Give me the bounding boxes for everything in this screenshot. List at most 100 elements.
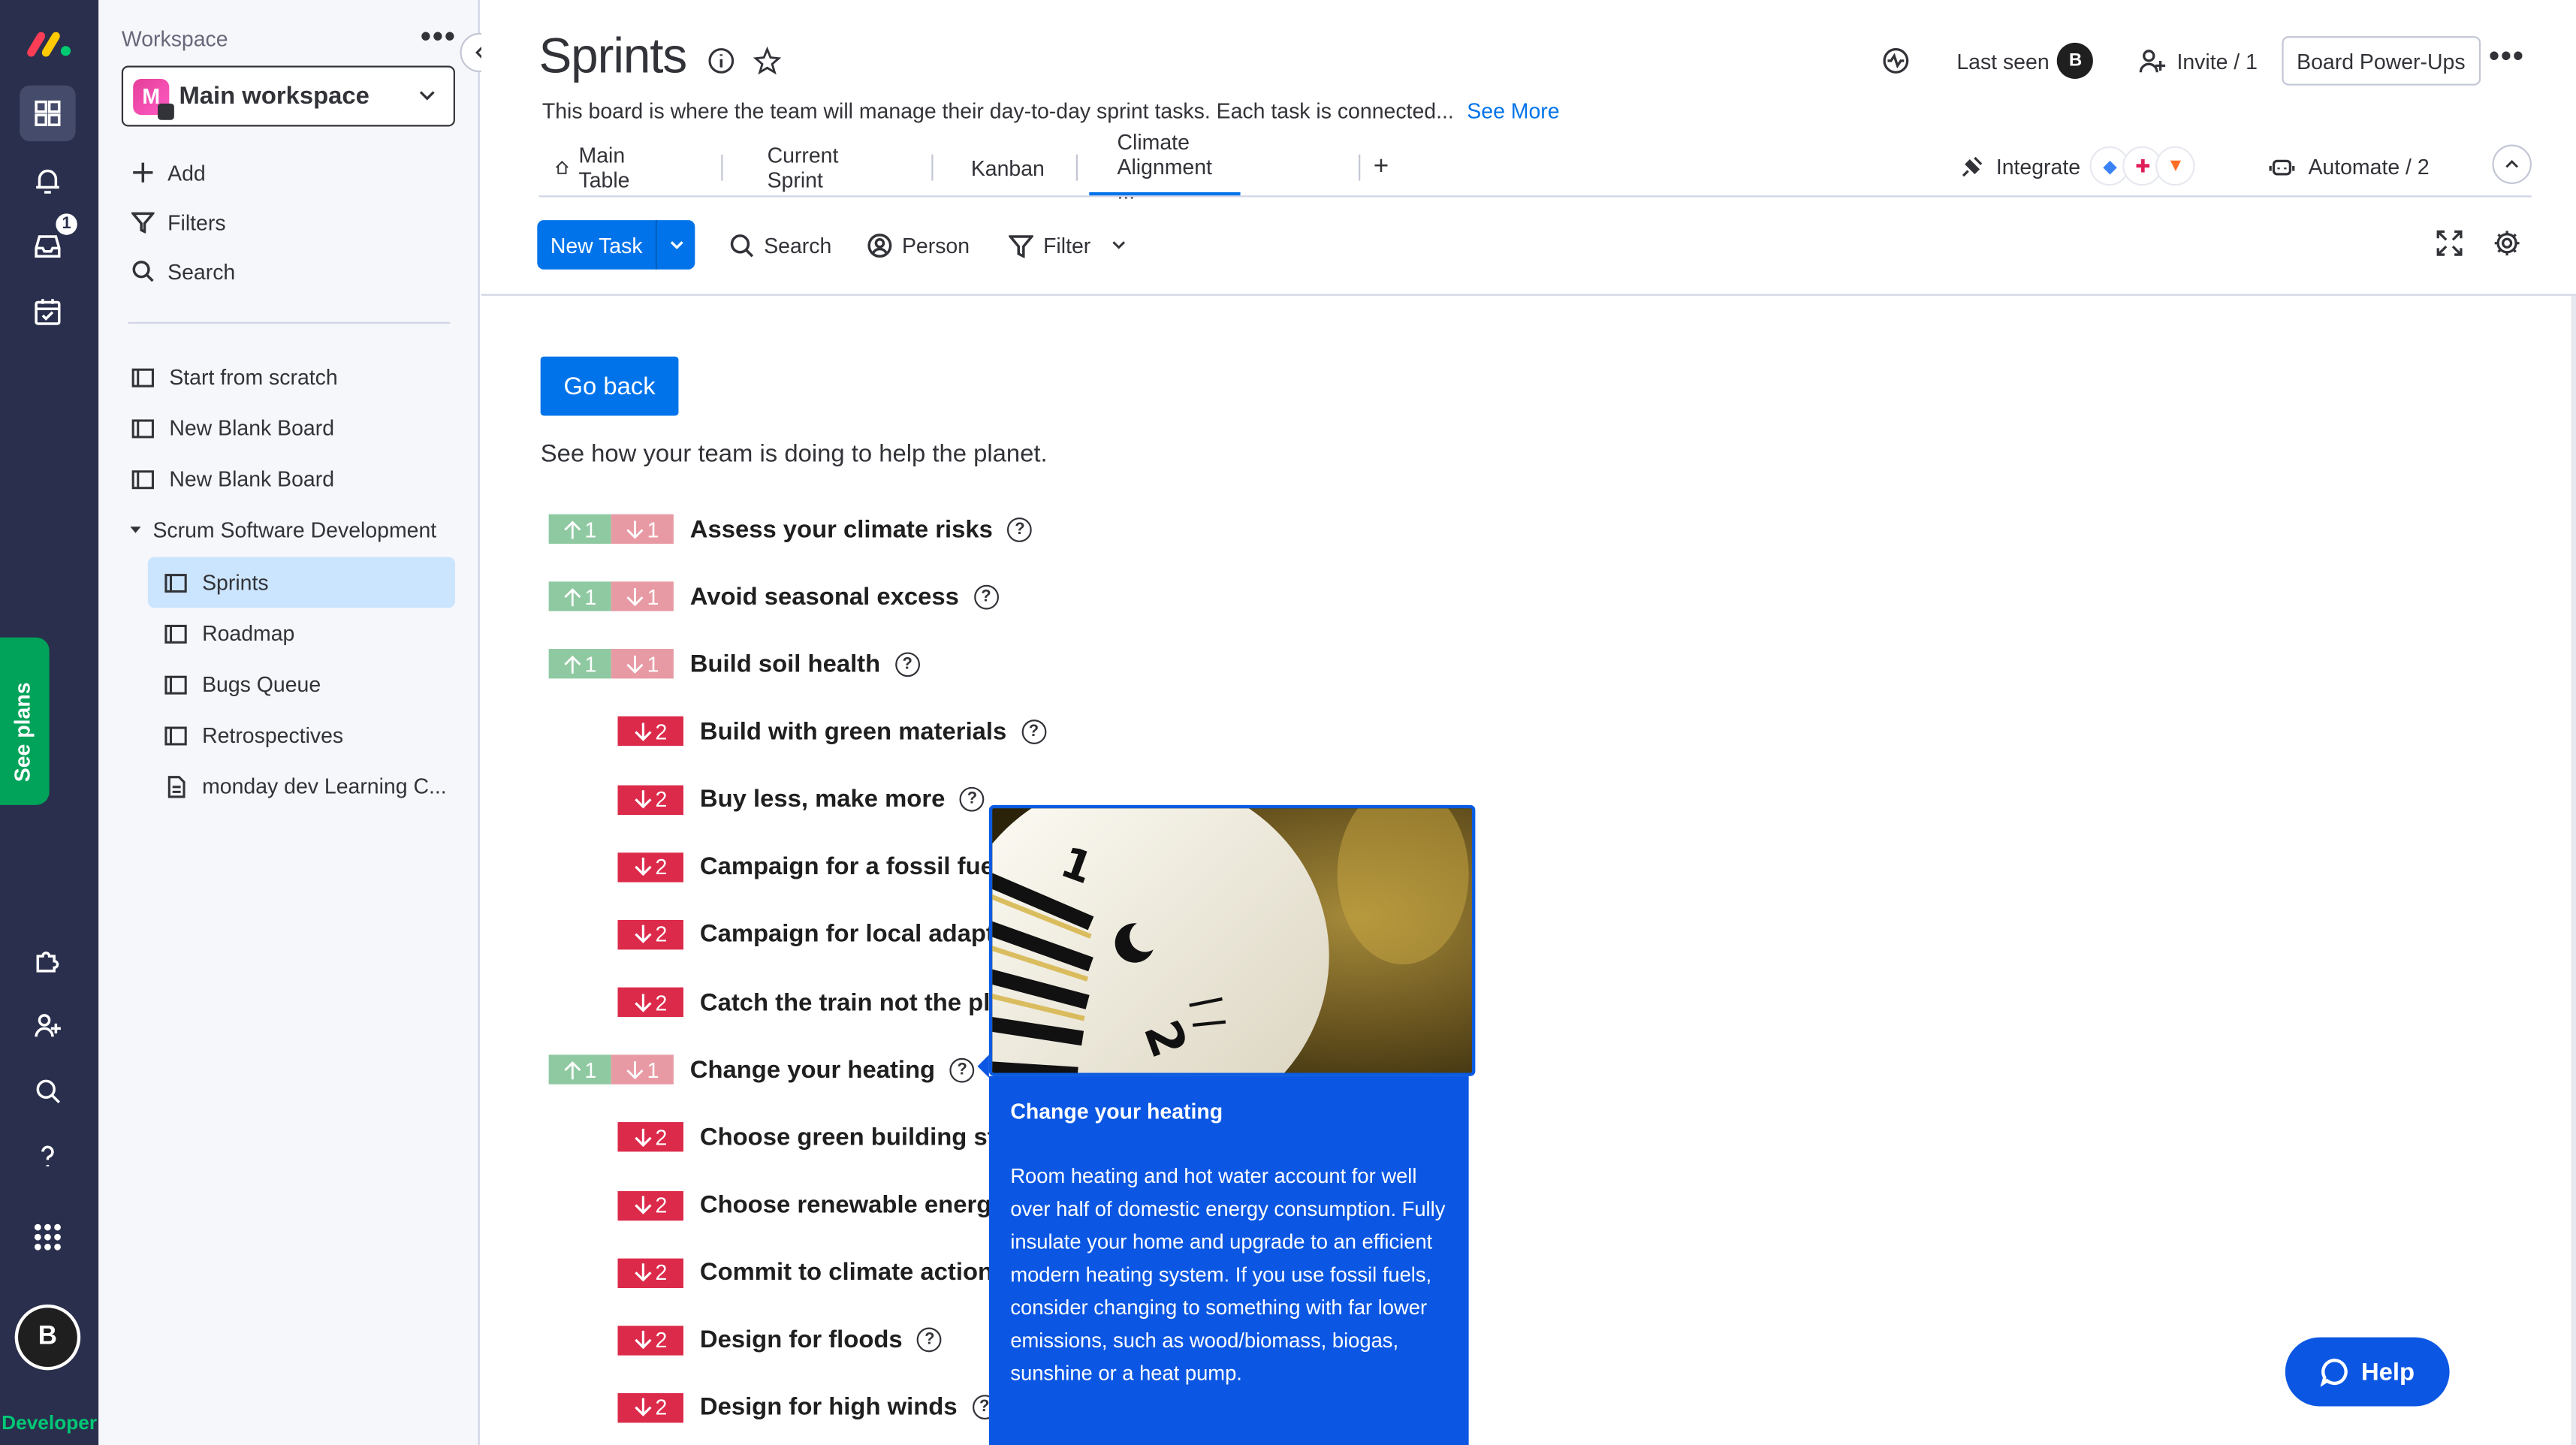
downvote-badge[interactable]: 1: [611, 649, 674, 680]
person-filter-button[interactable]: Person: [867, 228, 970, 261]
filters-button[interactable]: Filters: [131, 205, 226, 238]
help-button[interactable]: Help: [2285, 1337, 2450, 1407]
downvote-badge[interactable]: 2: [617, 716, 683, 747]
upvote-badge[interactable]: 1: [548, 649, 611, 680]
downvote-badge[interactable]: 2: [617, 1392, 683, 1423]
app-grid-icon[interactable]: [20, 1209, 75, 1265]
caret-down-icon: [130, 526, 141, 533]
chat-bubble-icon: [2321, 1359, 2348, 1387]
star-icon[interactable]: [753, 46, 782, 75]
downvote-badge[interactable]: 2: [617, 987, 683, 1018]
plus-icon: [133, 162, 153, 183]
filter-button[interactable]: Filter: [1009, 228, 1136, 261]
list-item[interactable]: 2Choose renewable energ?: [617, 1187, 1031, 1223]
board-item-roadmap[interactable]: Roadmap: [164, 608, 455, 659]
board-item-sprints[interactable]: Sprints: [147, 557, 455, 608]
upvote-badge[interactable]: 1: [548, 514, 611, 545]
board-icon: [131, 367, 154, 387]
board-item[interactable]: New Blank Board: [131, 403, 460, 454]
help-question-icon[interactable]: ?: [894, 651, 920, 677]
help-question-icon[interactable]: ?: [1021, 719, 1046, 744]
workspace-selector[interactable]: M Main workspace: [121, 65, 455, 127]
list-item[interactable]: 2Choose green building st?: [617, 1119, 1036, 1155]
tab-current-sprint[interactable]: Current Sprint: [768, 141, 839, 194]
help-question-icon[interactable]: ?: [949, 1057, 975, 1082]
collapse-header-button[interactable]: [2492, 144, 2532, 184]
search-button[interactable]: Search: [131, 255, 235, 288]
puzzle-apps-icon[interactable]: [20, 931, 75, 987]
tab-climate-alignment[interactable]: Climate Alignment ...: [1089, 130, 1241, 204]
help-question-icon[interactable]: [20, 1129, 75, 1184]
tab-main-table[interactable]: Main Table: [555, 141, 639, 194]
downvote-badge[interactable]: 2: [617, 852, 683, 882]
list-item[interactable]: 1 1 Build soil health?: [548, 646, 920, 682]
tab-kanban[interactable]: Kanban: [971, 141, 1045, 194]
search-button[interactable]: Search: [729, 228, 831, 261]
activity-icon[interactable]: [1881, 43, 1911, 79]
see-plans-button[interactable]: See plans: [0, 637, 50, 805]
board-item[interactable]: Start from scratch: [131, 351, 460, 403]
board-item-bugs-queue[interactable]: Bugs Queue: [164, 659, 455, 710]
downvote-badge[interactable]: 1: [611, 581, 674, 612]
tooltip-popup: 1 2 Change your heating Room heating and…: [977, 804, 1476, 1445]
chevron-down-icon[interactable]: [657, 237, 695, 253]
help-question-icon[interactable]: ?: [960, 787, 985, 812]
content-divider: [481, 294, 2576, 296]
list-item[interactable]: 2Campaign for a fossil fue?: [617, 849, 1034, 885]
list-item[interactable]: 1 1 Change your heating?: [548, 1051, 975, 1088]
list-item[interactable]: 1 1 Assess your climate risks?: [548, 511, 1033, 547]
doc-item-learning[interactable]: monday dev Learning C...: [164, 761, 455, 812]
invite-user-icon[interactable]: [20, 997, 75, 1053]
bell-icon[interactable]: [20, 152, 75, 208]
list-item[interactable]: 1 1 Avoid seasonal excess?: [548, 578, 999, 614]
automate-button[interactable]: Automate / 2: [2269, 148, 2430, 184]
see-more-link[interactable]: See More: [1467, 98, 1559, 123]
downvote-badge[interactable]: 1: [611, 1054, 674, 1085]
downvote-badge[interactable]: 2: [617, 784, 683, 815]
user-avatar[interactable]: B: [14, 1304, 81, 1371]
help-question-icon[interactable]: ?: [973, 584, 999, 609]
list-item[interactable]: 2 Design for floods?: [617, 1322, 943, 1358]
list-item[interactable]: 2Campaign for local adapt?: [617, 916, 1034, 952]
monday-logo-icon[interactable]: [25, 23, 74, 66]
list-item[interactable]: 2 Build with green materials?: [617, 713, 1046, 750]
home-apps-icon[interactable]: [20, 85, 76, 142]
downvote-badge[interactable]: 2: [617, 1325, 683, 1356]
downvote-badge[interactable]: 2: [617, 1190, 683, 1220]
add-view-icon[interactable]: +: [1374, 141, 1389, 194]
downvote-badge[interactable]: 1: [611, 514, 674, 545]
board-item-retrospectives[interactable]: Retrospectives: [164, 710, 455, 761]
list-item[interactable]: 2 Design for high winds?: [617, 1389, 997, 1425]
help-question-icon[interactable]: ?: [917, 1328, 943, 1353]
more-options-icon[interactable]: •••: [2489, 40, 2525, 74]
downvote-badge[interactable]: 2: [617, 919, 683, 950]
folder-scrum-software-development[interactable]: Scrum Software Development: [128, 505, 457, 556]
page-title[interactable]: Sprints: [539, 29, 688, 85]
new-task-button[interactable]: New Task: [537, 220, 695, 270]
scrollbar[interactable]: [2571, 295, 2576, 1445]
upvote-badge[interactable]: 1: [548, 1054, 611, 1085]
workspace-more-icon[interactable]: •••: [421, 20, 457, 54]
downvote-badge[interactable]: 2: [617, 1122, 683, 1153]
arrow-down-icon: [634, 1263, 652, 1282]
add-button[interactable]: Add: [131, 156, 206, 189]
list-item[interactable]: 2Catch the train not the pl?: [617, 984, 1030, 1020]
last-seen-button[interactable]: Last seen B: [1956, 42, 2094, 79]
board-item[interactable]: New Blank Board: [131, 454, 460, 505]
document-icon: [167, 775, 186, 798]
go-back-button[interactable]: Go back: [540, 356, 679, 416]
fullscreen-icon[interactable]: [2435, 228, 2464, 258]
integrate-button[interactable]: Integrate ◆ ✚ ▼: [1960, 145, 2196, 188]
my-work-calendar-icon[interactable]: [20, 284, 75, 339]
search-icon[interactable]: [20, 1063, 75, 1118]
board-power-ups-button[interactable]: Board Power-Ups: [2282, 36, 2481, 86]
invite-button[interactable]: Invite / 1: [2137, 43, 2258, 79]
list-item[interactable]: 2Commit to climate action?: [617, 1254, 1033, 1290]
info-icon[interactable]: [707, 46, 736, 75]
settings-gear-icon[interactable]: [2492, 228, 2521, 258]
upvote-badge[interactable]: 1: [548, 581, 611, 612]
help-question-icon[interactable]: ?: [1007, 516, 1033, 541]
arrow-down-icon: [634, 1196, 652, 1214]
downvote-badge[interactable]: 2: [617, 1257, 683, 1288]
list-item[interactable]: 2 Buy less, make more?: [617, 781, 985, 817]
